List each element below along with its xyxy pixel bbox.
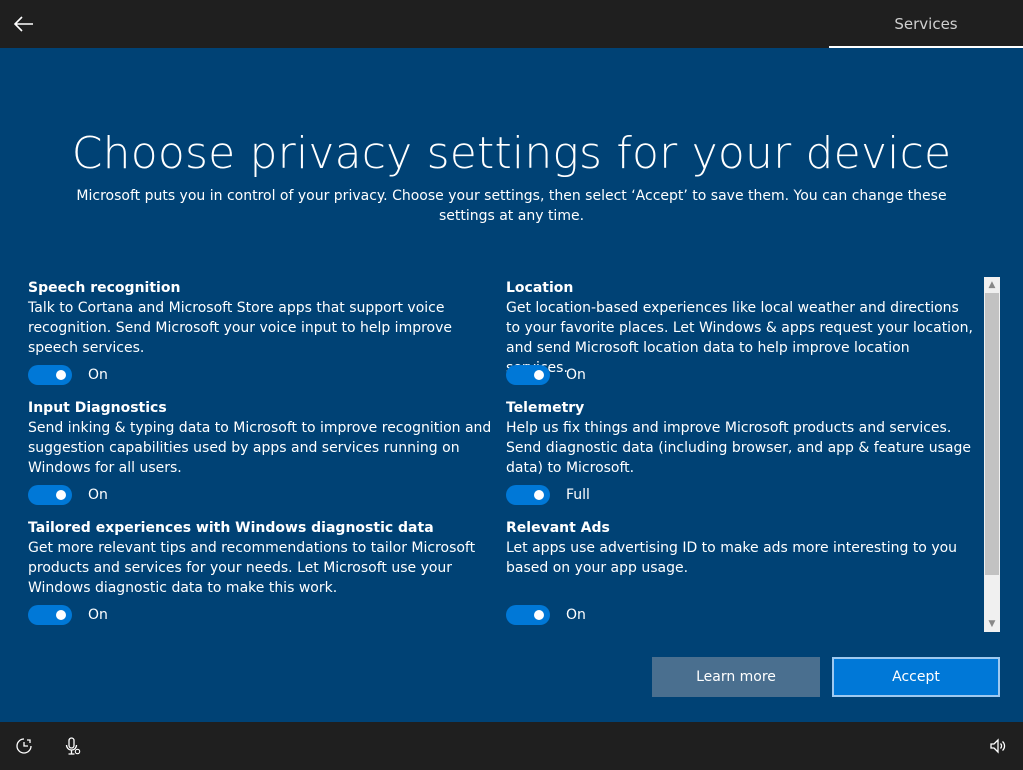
top-bar: Services [0,0,1023,48]
toggle-knob [534,610,544,620]
scrollbar-thumb[interactable] [985,293,999,575]
back-button[interactable] [10,10,38,38]
relevant-ads-toggle[interactable] [506,605,550,625]
microphone-icon[interactable] [62,736,82,756]
setting-title: Speech recognition [28,280,181,296]
setting-description: Talk to Cortana and Microsoft Store apps… [28,300,452,356]
toggle-knob [56,610,66,620]
setting-description: Let apps use advertising ID to make ads … [506,540,958,576]
setting-title: Location [506,280,574,296]
toggle-state-label: On [88,487,108,503]
toggle-row: On [28,605,108,625]
toggle-state-label: Full [566,487,590,503]
settings-column-right: Location Get location-based experiences … [506,278,974,638]
settings-list: Speech recognition Talk to Cortana and M… [28,278,978,632]
volume-icon[interactable] [988,736,1008,756]
speech-recognition-toggle[interactable] [28,365,72,385]
main-panel: Choose privacy settings for your device … [0,48,1023,722]
setting-input-diagnostics: Input Diagnostics Send inking & typing d… [28,398,496,518]
scroll-down-arrow-icon[interactable]: ▼ [984,616,1000,632]
page-subtitle: Microsoft puts you in control of your pr… [76,188,947,224]
ease-of-access-icon[interactable] [14,736,34,756]
toggle-knob [56,370,66,380]
toggle-state-label: On [88,367,108,383]
toggle-knob [534,490,544,500]
toggle-row: Full [506,485,590,505]
bottom-bar [0,722,1023,770]
learn-more-button[interactable]: Learn more [652,657,820,697]
setting-title: Telemetry [506,400,585,416]
setting-description: Send inking & typing data to Microsoft t… [28,420,492,476]
setting-description: Help us fix things and improve Microsoft… [506,420,971,476]
setting-speech-recognition: Speech recognition Talk to Cortana and M… [28,278,496,398]
tailored-experiences-toggle[interactable] [28,605,72,625]
location-toggle[interactable] [506,365,550,385]
accept-button[interactable]: Accept [832,657,1000,697]
tab-services: Services [829,0,1023,48]
setting-location: Location Get location-based experiences … [506,278,974,398]
setting-title: Relevant Ads [506,520,610,536]
toggle-knob [534,370,544,380]
setting-relevant-ads: Relevant Ads Let apps use advertising ID… [506,518,974,638]
back-arrow-icon [14,16,33,32]
telemetry-toggle[interactable] [506,485,550,505]
tab-services-label: Services [894,15,958,33]
setting-telemetry: Telemetry Help us fix things and improve… [506,398,974,518]
toggle-state-label: On [88,607,108,623]
settings-column-left: Speech recognition Talk to Cortana and M… [28,278,496,638]
toggle-row: On [506,365,586,385]
setting-description: Get more relevant tips and recommendatio… [28,540,476,596]
input-diagnostics-toggle[interactable] [28,485,72,505]
setting-title: Input Diagnostics [28,400,167,416]
toggle-state-label: On [566,607,586,623]
toggle-state-label: On [566,367,586,383]
settings-scrollbar[interactable]: ▲ ▼ [984,277,1000,632]
scroll-up-arrow-icon[interactable]: ▲ [984,277,1000,293]
setting-tailored-experiences: Tailored experiences with Windows diagno… [28,518,496,638]
oobe-screen: Services Choose privacy settings for you… [0,0,1023,770]
toggle-knob [56,490,66,500]
toggle-row: On [28,365,108,385]
page-title: Choose privacy settings for your device [71,128,952,179]
toggle-row: On [28,485,108,505]
toggle-row: On [506,605,586,625]
setting-title: Tailored experiences with Windows diagno… [28,520,434,536]
